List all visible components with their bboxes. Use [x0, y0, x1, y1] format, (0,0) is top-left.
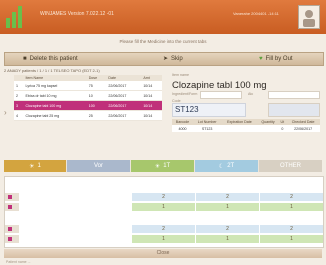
slot-tab-other[interactable]: OTHER [259, 160, 322, 172]
row-number: 2 [14, 90, 24, 101]
row-marker[interactable] [5, 225, 19, 233]
time-slot-bar: ☀ 1 Vor ☀ 1T ☾ 2T OTHER [4, 160, 322, 172]
unit-cell: 0 [278, 125, 287, 132]
dose-cell[interactable]: 1 [260, 235, 323, 243]
slot-label: OTHER [280, 163, 301, 169]
item-name-label: Item name [172, 73, 189, 77]
fill-by-out-label: Fill by Out [265, 56, 293, 62]
slot-tab-vor[interactable]: Vor [67, 160, 130, 172]
dose-cell[interactable]: 1 [132, 203, 195, 211]
user-avatar-icon[interactable] [298, 5, 320, 29]
delete-patient-button[interactable]: ■ Delete this patient [23, 54, 78, 64]
close-button[interactable]: Close [4, 249, 322, 258]
slot-label: 2T [227, 163, 235, 169]
row-number: 1 [14, 81, 24, 91]
fill-by-out-button[interactable]: ♥ Fill by Out [259, 54, 293, 64]
person-delete-icon: ■ [23, 56, 27, 62]
dose-grid: 2 2 2 1 1 1 2 2 2 1 1 1 [4, 176, 324, 248]
sun-icon: ☀ [29, 163, 35, 170]
dose-cell[interactable]: 2 [260, 225, 323, 233]
checked-date-cell: 22/06/2017 [286, 125, 320, 132]
page-subtitle: Please fill the Medicine into the curren… [119, 39, 207, 44]
barcode-cell: 4000 [172, 125, 193, 132]
medicine-detail-panel: Item name Clozapine tabl 100 mg Ingredie… [172, 73, 320, 145]
skip-label: Skip [171, 56, 183, 62]
package-row[interactable]: 4000 ST123 0 22/06/2017 [172, 125, 320, 132]
date: 22/06/2017 [106, 100, 142, 111]
app-window: WINJAMES Version 7.022.12 -01 Vanerahe 2… [0, 0, 326, 265]
slot-tab-1t[interactable]: ☀ 1T [131, 160, 194, 172]
amount: 10/14 [141, 81, 162, 91]
dose: 75 [86, 81, 107, 91]
medicine-name: Ebixa dr tabl 10 mg [23, 90, 87, 101]
heart-fill-icon: ♥ [259, 56, 263, 62]
slot-label: 1 [37, 163, 41, 169]
title-bar: WINJAMES Version 7.022.12 -01 Vanerahe 2… [0, 0, 326, 34]
quantity-cell [257, 125, 279, 132]
dose-cell[interactable]: 2 [260, 193, 323, 201]
amount: 10/14 [141, 110, 162, 121]
expand-arrow-icon[interactable]: › [4, 108, 7, 117]
row-marker[interactable] [5, 193, 19, 201]
dose-cell[interactable]: 2 [132, 193, 195, 201]
moon-icon: ☾ [218, 163, 225, 170]
medicine-name: Clozapine tabl 25 mg [23, 110, 87, 121]
dose-cell[interactable]: 1 [196, 235, 259, 243]
expiration-cell [221, 125, 258, 132]
medicine-name: Clozapine tabl 100 mg [23, 100, 87, 111]
slot-tab-1[interactable]: ☀ 1 [4, 160, 66, 172]
breadcrumb: 2 ANADY patients / 1 / 1 / 1 TELSEO TAPO… [4, 68, 100, 73]
ingredient-label: Ingredient/Form [172, 92, 198, 96]
dose-cell[interactable]: 1 [196, 203, 259, 211]
table-row[interactable]: 2 Ebixa dr tabl 10 mg 10 22/06/2017 10/1… [14, 90, 162, 101]
dose: 25 [86, 110, 107, 121]
row-marker[interactable] [5, 203, 19, 211]
slot-label: Vor [93, 163, 103, 169]
user-info: Vanerahe 2004401 -14:11 [233, 11, 279, 16]
dose-cell[interactable]: 2 [196, 193, 259, 201]
skip-icon: ➤ [163, 56, 169, 62]
lot-cell: ST123 [192, 125, 222, 132]
dose: 10 [86, 90, 107, 101]
dose-cell[interactable]: 2 [196, 225, 259, 233]
ingredient-field[interactable] [200, 91, 242, 99]
medicine-name: Lyrica 75 mg kapsel [23, 81, 87, 91]
medication-table: Item Name Dose Date Amt 1 Lyrica 75 mg k… [14, 75, 162, 121]
dose: 100 [86, 100, 107, 111]
dose-cell[interactable]: 2 [132, 225, 195, 233]
action-bar: ■ Delete this patient ➤ Skip ♥ Fill by O… [4, 52, 324, 66]
table-row[interactable]: 1 Lyrica 75 mg kapsel 75 22/06/2017 10/1… [14, 81, 162, 91]
amount: 10/14 [141, 90, 162, 101]
row-number: 4 [14, 110, 24, 121]
dose-cell[interactable]: 1 [132, 235, 195, 243]
delete-patient-label: Delete this patient [29, 56, 78, 62]
extra-field[interactable] [268, 103, 320, 117]
app-title: WINJAMES Version 7.022.12 -01 [40, 11, 114, 17]
table-row[interactable]: 4 Clozapine tabl 25 mg 25 22/06/2017 10/… [14, 110, 162, 121]
bar-chart-logo-icon [6, 6, 22, 28]
slot-tab-2t[interactable]: ☾ 2T [195, 160, 258, 172]
slot-label: 1T [163, 163, 171, 169]
skip-button[interactable]: ➤ Skip [163, 54, 183, 64]
dose-cell[interactable]: 1 [260, 203, 323, 211]
date: 22/06/2017 [106, 110, 142, 121]
table-row-selected[interactable]: 3 Clozapine tabl 100 mg 100 22/06/2017 1… [14, 100, 162, 111]
status-text: Patient name ... [6, 260, 31, 264]
amount: 10/14 [141, 100, 162, 111]
package-table: Barcode Lot Number Expiration Date Quant… [172, 119, 320, 132]
row-number: 3 [14, 100, 24, 111]
drug-name: Clozapine tabl 100 mg [172, 80, 267, 91]
row-marker[interactable] [5, 235, 19, 243]
sun-icon: ☀ [154, 163, 161, 170]
date: 22/06/2017 [106, 81, 142, 91]
date: 22/06/2017 [106, 90, 142, 101]
atc-label: Atc [248, 92, 254, 96]
code-field[interactable]: ST123 [172, 103, 246, 117]
atc-field[interactable] [268, 91, 320, 99]
